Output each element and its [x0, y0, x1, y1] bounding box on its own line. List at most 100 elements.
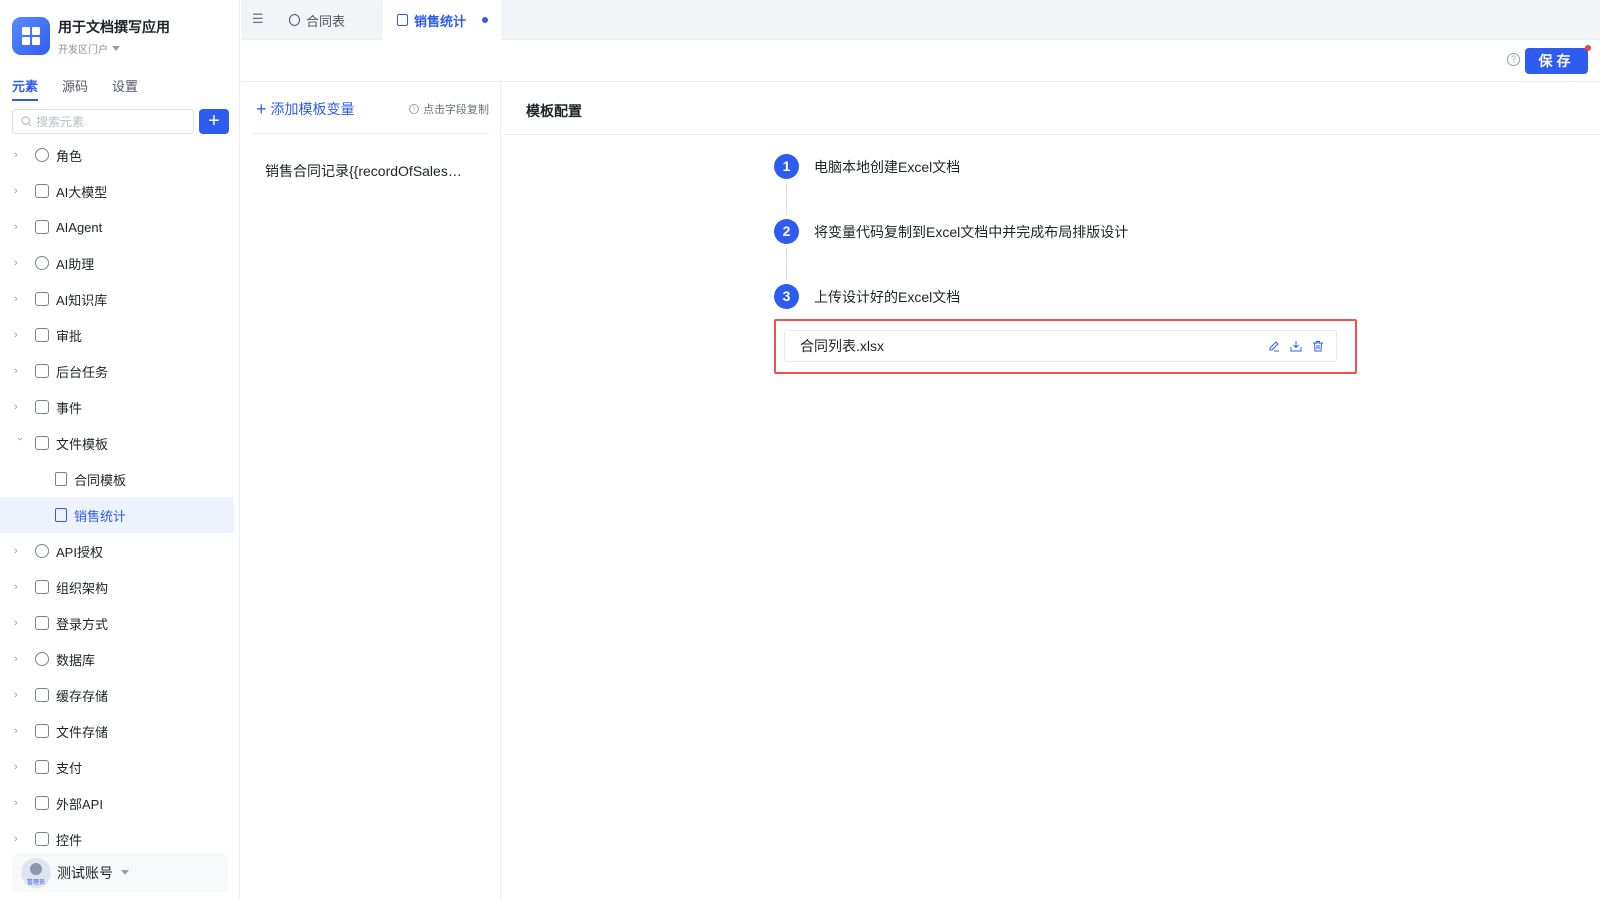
template-config-panel: 模板配置 1 电脑本地创建Excel文档 2 将变量代码复制到Excel文档中并…: [502, 82, 1600, 900]
key-icon: [35, 544, 49, 558]
user-group-icon: [35, 148, 49, 162]
uploaded-file-row: 合同列表.xlsx: [784, 330, 1337, 362]
config-title: 模板配置: [526, 103, 582, 119]
unsaved-dot: [482, 17, 489, 23]
download-icon[interactable]: [1288, 338, 1304, 354]
sidebar: 用于文档撰写应用 开发区门户 元素 源码 设置 + ›角色 ›AI大模型 ›AI…: [0, 0, 240, 900]
chevron-right-icon: ›: [14, 545, 18, 557]
app-logo-icon: [12, 17, 50, 55]
sidebar-item-cache-storage[interactable]: › 缓存存储: [0, 677, 234, 713]
tab-source[interactable]: 源码: [62, 76, 88, 101]
sidebar-tabs: 元素 源码 设置: [12, 76, 162, 101]
sidebar-item-ai-knowledge[interactable]: › AI知识库: [0, 281, 234, 317]
chevron-right-icon: ›: [14, 581, 18, 593]
step-3: 3 上传设计好的Excel文档: [774, 284, 960, 309]
user-role-badge: 管理员: [26, 879, 45, 886]
sidebar-item-sales-stats[interactable]: 销售统计: [0, 497, 234, 533]
chevron-down-icon: [121, 870, 129, 875]
cube-icon: [35, 184, 49, 198]
chevron-right-icon: ›: [14, 329, 18, 341]
user-menu[interactable]: 管理员 测试账号: [12, 853, 228, 892]
step-1: 1 电脑本地创建Excel文档: [774, 154, 960, 179]
sidebar-item-approval[interactable]: › 审批: [0, 317, 234, 353]
stamp-icon: [35, 328, 49, 342]
step-number: 1: [774, 154, 799, 179]
chevron-right-icon: ›: [14, 653, 18, 665]
org-chart-icon: [35, 580, 49, 594]
book-icon: [35, 292, 49, 306]
sidebar-item-background-task[interactable]: › 后台任务: [0, 353, 234, 389]
sidebar-item-file-storage[interactable]: › 文件存储: [0, 713, 234, 749]
collapse-sidebar-icon[interactable]: ☰: [252, 11, 264, 27]
editor-tabs: ☰ 合同表 销售统计: [241, 0, 1600, 40]
chevron-right-icon: ›: [14, 797, 18, 809]
tab-contract-table[interactable]: 合同表: [289, 0, 345, 40]
chevron-right-icon: ›: [14, 833, 18, 845]
step-connector: [786, 182, 787, 215]
variables-header: + 添加模板变量 i 点击字段复制: [253, 82, 489, 134]
sidebar-item-ai-model[interactable]: › AI大模型: [0, 173, 234, 209]
sidebar-item-role[interactable]: › 角色: [0, 137, 234, 173]
save-button[interactable]: 保存: [1525, 48, 1588, 74]
app-header: 用于文档撰写应用 开发区门户: [12, 17, 170, 56]
plus-icon: +: [256, 99, 267, 119]
word-file-icon: [55, 472, 67, 486]
calendar-icon: [35, 400, 49, 414]
chevron-down-icon: ›: [14, 437, 26, 441]
search-box: [12, 109, 194, 134]
sidebar-item-database[interactable]: › 数据库: [0, 641, 234, 677]
sidebar-item-payment[interactable]: › 支付: [0, 749, 234, 785]
cache-icon: [35, 688, 49, 702]
chevron-right-icon: ›: [14, 365, 18, 377]
config-header: 模板配置: [502, 82, 1600, 135]
variable-item[interactable]: 销售合同记录{{recordOfSalesContract}}: [265, 161, 471, 181]
sidebar-item-controls[interactable]: › 控件: [0, 821, 234, 857]
search-icon: [21, 116, 32, 127]
step-text: 上传设计好的Excel文档: [814, 288, 961, 305]
tab-elements[interactable]: 元素: [12, 76, 39, 101]
chevron-right-icon: ›: [14, 257, 18, 269]
toolbar: ? 保存: [241, 40, 1600, 82]
step-text: 将变量代码复制到Excel文档中并完成布局排版设计: [814, 223, 1129, 240]
sidebar-item-login-method[interactable]: › 登录方式: [0, 605, 234, 641]
tab-settings[interactable]: 设置: [112, 76, 138, 101]
step-number: 2: [774, 219, 799, 244]
chevron-right-icon: ›: [14, 761, 18, 773]
help-icon[interactable]: ?: [1507, 53, 1520, 66]
edit-icon[interactable]: [1266, 338, 1282, 354]
element-tree: › 角色 › AI大模型 › AIAgent › AI助理 › AI知识库 › 审批 › 后台…: [0, 137, 234, 857]
table-icon: [289, 14, 300, 26]
file-name: 合同列表.xlsx: [800, 338, 884, 354]
add-element-button[interactable]: +: [199, 109, 229, 134]
step-text: 电脑本地创建Excel文档: [814, 158, 961, 175]
payment-icon: [35, 760, 49, 774]
add-template-variable-button[interactable]: + 添加模板变量: [256, 99, 355, 119]
chevron-down-icon: [112, 46, 120, 51]
sidebar-item-external-api[interactable]: › 外部API: [0, 785, 234, 821]
env-label: 开发区门户: [58, 45, 108, 56]
ai-assistant-icon: [35, 256, 49, 270]
sidebar-item-contract-template[interactable]: 合同模板: [0, 461, 234, 497]
avatar: 管理员: [21, 857, 51, 888]
chevron-right-icon: ›: [14, 617, 18, 629]
sidebar-item-ai-assistant[interactable]: › AI助理: [0, 245, 234, 281]
copy-hint: i 点击字段复制: [409, 101, 489, 117]
step-2: 2 将变量代码复制到Excel文档中并完成布局排版设计: [774, 219, 1128, 244]
delete-icon[interactable]: [1310, 338, 1326, 354]
chevron-right-icon: ›: [14, 221, 18, 233]
info-icon: i: [409, 104, 419, 114]
env-selector[interactable]: 开发区门户: [58, 41, 170, 56]
robot-icon: [35, 220, 49, 234]
user-name: 测试账号: [57, 864, 113, 881]
sidebar-item-file-template[interactable]: › 文件模板: [0, 425, 234, 461]
sidebar-item-event[interactable]: › 事件: [0, 389, 234, 425]
sidebar-item-ai-agent[interactable]: › AIAgent: [0, 209, 234, 245]
sidebar-item-api-auth[interactable]: › API授权: [0, 533, 234, 569]
task-icon: [35, 364, 49, 378]
variables-panel: + 添加模板变量 i 点击字段复制 销售合同记录{{recordOfSalesC…: [241, 82, 501, 900]
tab-sales-stats[interactable]: 销售统计: [383, 0, 501, 40]
sidebar-item-org-chart[interactable]: › 组织架构: [0, 569, 234, 605]
search-input[interactable]: [36, 114, 176, 129]
api-icon: [35, 796, 49, 810]
chevron-right-icon: ›: [14, 725, 18, 737]
